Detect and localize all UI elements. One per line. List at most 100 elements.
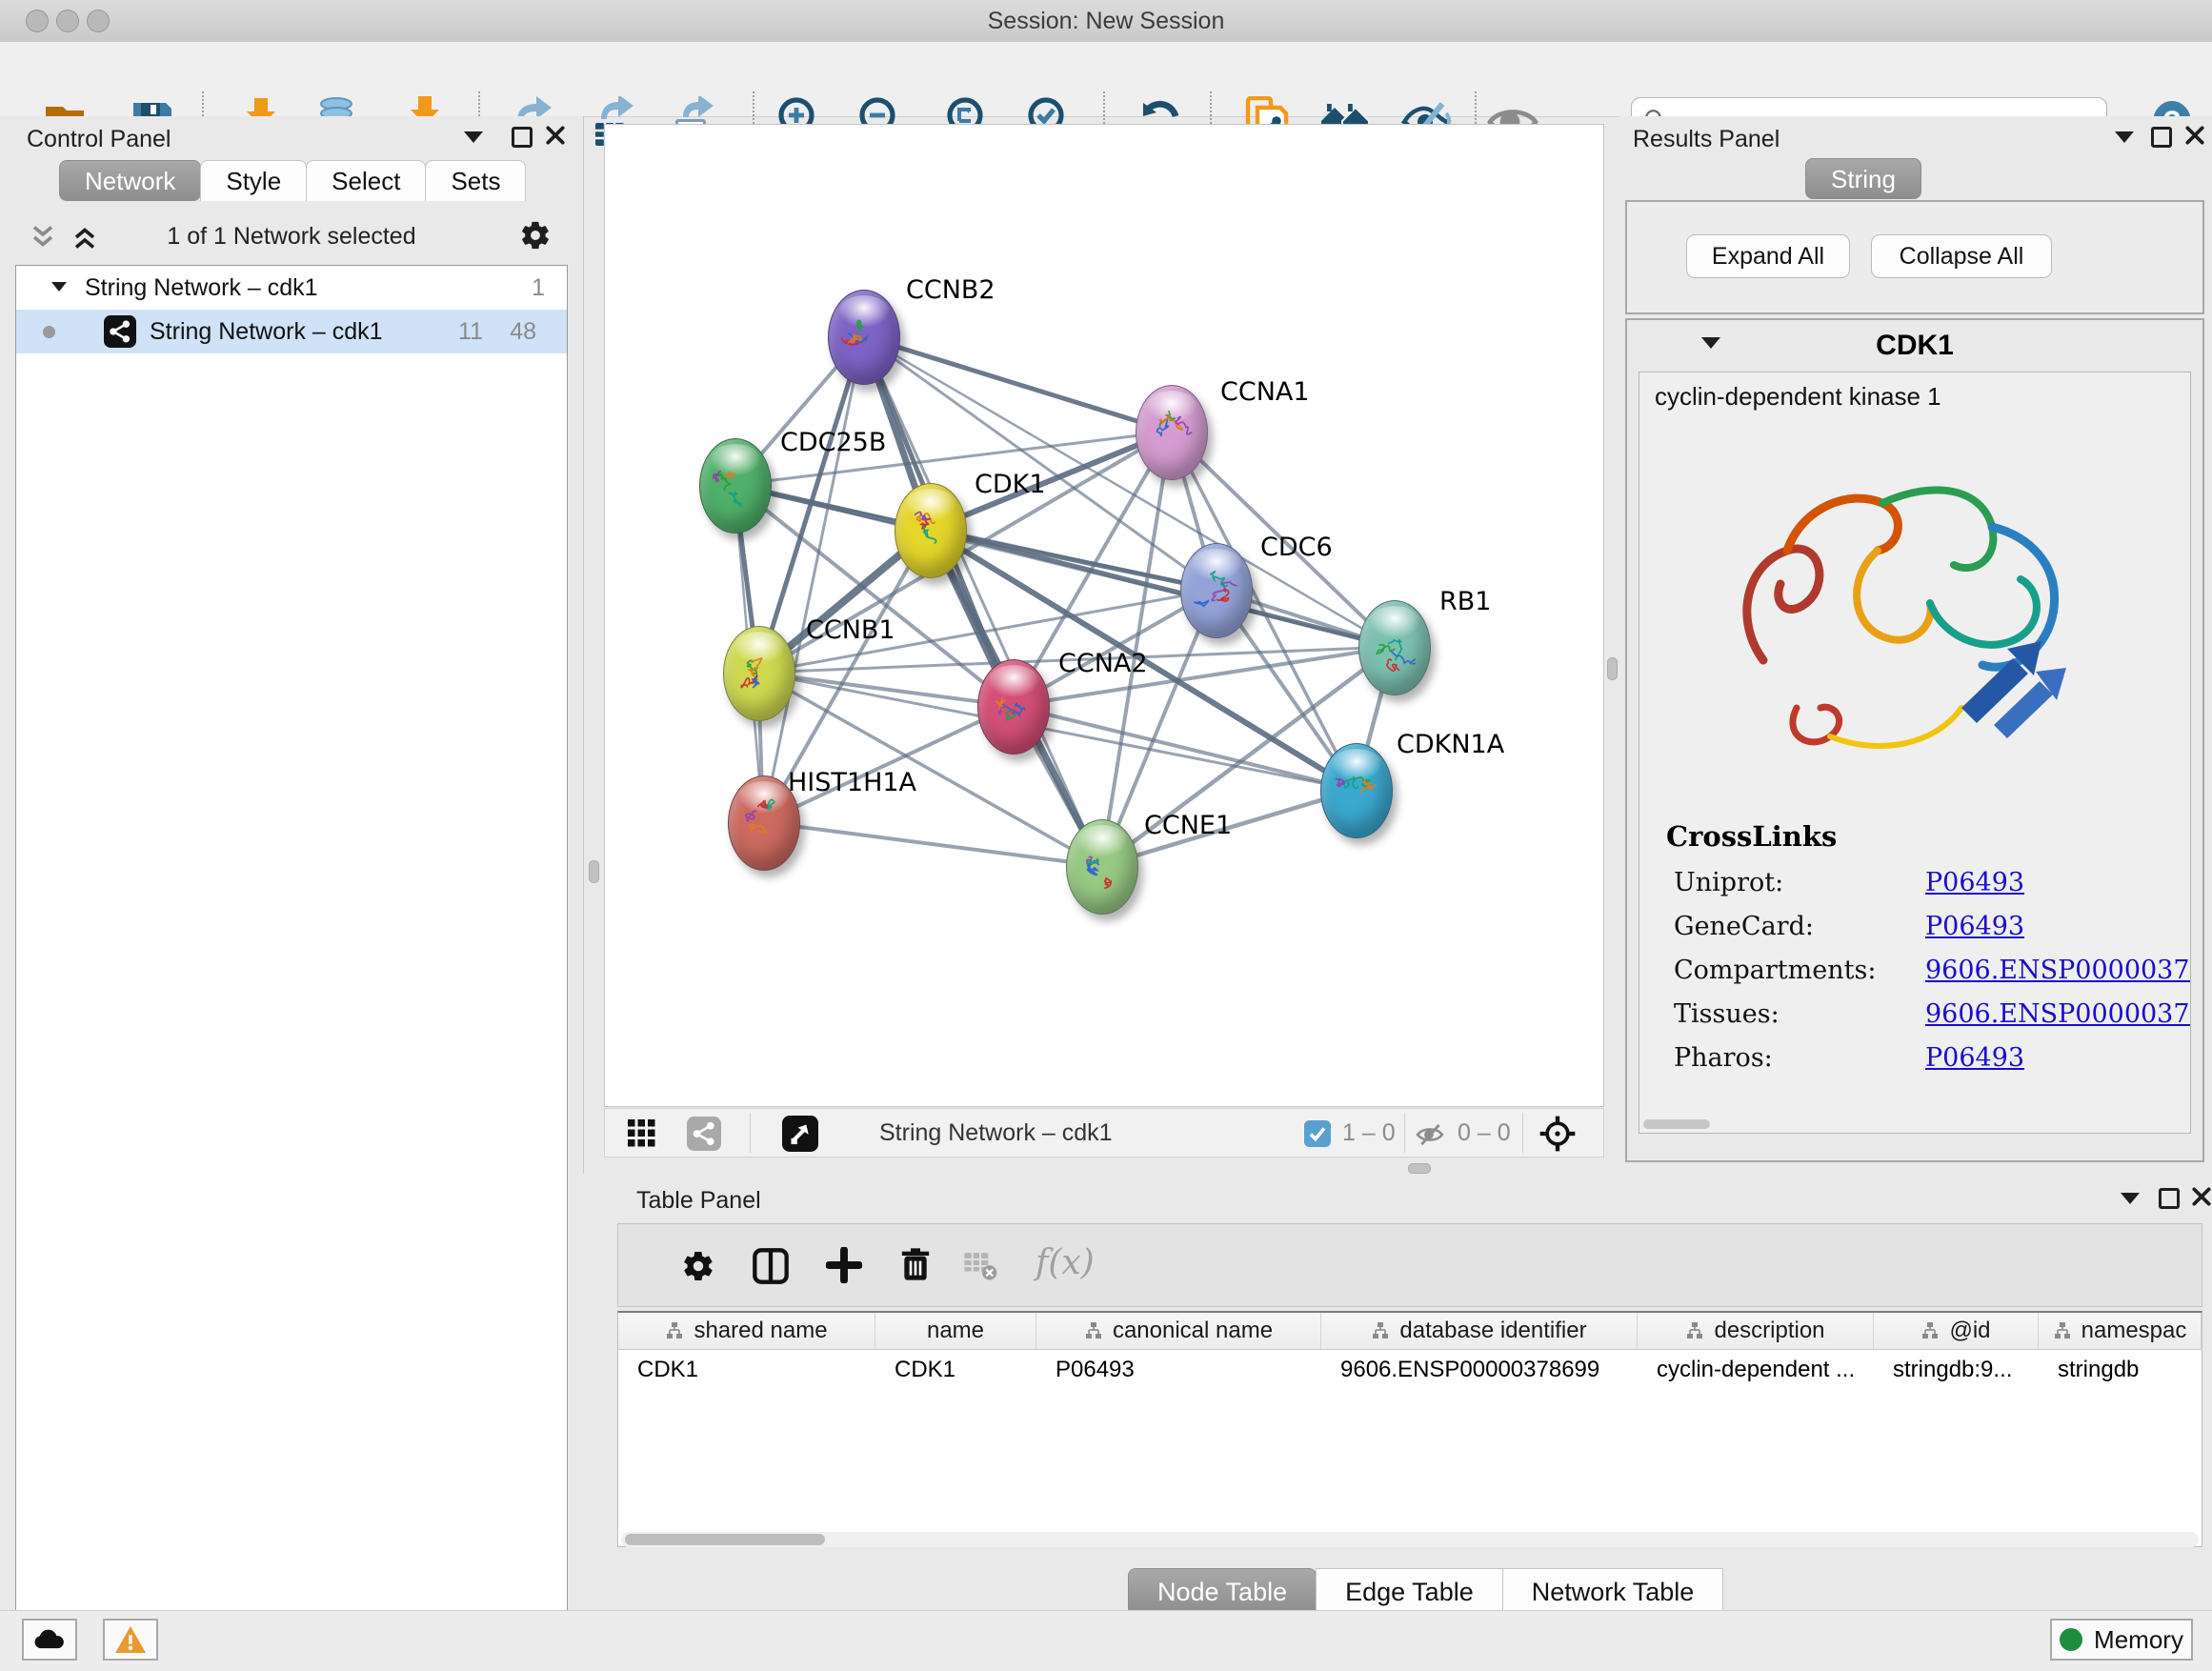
column-header-canonical-name[interactable]: canonical name <box>1036 1313 1321 1349</box>
birds-eye-view-icon[interactable] <box>782 1116 818 1152</box>
selected-checkbox-icon[interactable] <box>1304 1120 1331 1147</box>
table-cell[interactable]: CDK1 <box>618 1350 875 1390</box>
collapse-all-button[interactable]: Collapse All <box>1871 234 2052 278</box>
gene-section: CDK1 cyclin-dependent kinase 1 <box>1625 318 2204 1162</box>
network-row[interactable]: String Network – cdk1 11 48 <box>16 310 567 353</box>
results-panel-title: Results Panel <box>1633 126 1780 153</box>
tab-edge-table[interactable]: Edge Table <box>1316 1568 1503 1616</box>
network-node-ccnb1[interactable] <box>723 626 795 721</box>
network-label: String Network – cdk1 <box>150 318 383 346</box>
panel-close-icon[interactable] <box>545 125 566 146</box>
crosslink-label: Pharos: <box>1674 1043 1773 1073</box>
network-status-dot <box>43 326 55 338</box>
crosslink-row: Tissues:9606.ENSP00000378699 <box>1639 999 2190 1043</box>
table-cell[interactable]: 9606.ENSP00000378699 <box>1321 1350 1638 1390</box>
node-label-hist1h1a: HIST1H1A <box>788 768 916 797</box>
panel-float-icon[interactable] <box>2151 127 2172 148</box>
network-node-cdk1[interactable] <box>895 483 967 578</box>
memory-button[interactable]: Memory <box>2050 1619 2193 1661</box>
application-window: Session: New Session <box>0 0 2212 1671</box>
hidden-eye-slash-icon[interactable] <box>1416 1120 1444 1149</box>
crosslink-row: Uniprot:P06493 <box>1639 868 2190 912</box>
tab-sets[interactable]: Sets <box>425 160 526 201</box>
network-node-cdc6[interactable] <box>1180 543 1253 638</box>
selected-node-edge-counts: 1 – 0 <box>1342 1109 1396 1157</box>
panel-menu-icon[interactable] <box>2115 131 2134 143</box>
network-node-ccna1[interactable] <box>1136 385 1208 480</box>
table-cell[interactable]: P06493 <box>1036 1350 1321 1390</box>
panel-close-icon[interactable] <box>2191 1186 2212 1207</box>
tab-network[interactable]: Network <box>59 160 201 201</box>
grid-view-icon[interactable] <box>628 1119 656 1148</box>
table-cell[interactable]: stringdb <box>2039 1350 2202 1390</box>
status-bar: Memory <box>0 1610 2212 1671</box>
crosslink-value-link[interactable]: P06493 <box>1925 1043 2024 1073</box>
tab-node-table[interactable]: Node Table <box>1128 1568 1317 1616</box>
bottom-splitter-handle[interactable] <box>1408 1163 1431 1174</box>
panel-float-icon[interactable] <box>512 127 533 148</box>
network-view-toolbar: String Network – cdk1 1 – 0 0 – 0 <box>604 1108 1604 1158</box>
network-options-gear-icon[interactable] <box>519 219 552 252</box>
column-header-description[interactable]: description <box>1638 1313 1874 1349</box>
left-splitter-handle[interactable] <box>589 860 599 883</box>
warning-icon <box>115 1626 146 1653</box>
column-header-name[interactable]: name <box>875 1313 1036 1349</box>
collapse-all-icon[interactable] <box>29 223 57 252</box>
add-column-icon[interactable] <box>826 1247 862 1283</box>
network-canvas[interactable]: CCNB2CCNA1CDC25BCDK1CDC6RB1CCNB1CCNA2CDK… <box>604 124 1604 1107</box>
node-label-ccnb1: CCNB1 <box>806 615 895 645</box>
network-node-rb1[interactable] <box>1358 600 1431 695</box>
network-node-ccne1[interactable] <box>1066 819 1138 915</box>
tab-network-table[interactable]: Network Table <box>1502 1568 1724 1616</box>
results-hscroll-thumb[interactable] <box>1643 1119 1710 1129</box>
crosslink-value-link[interactable]: 9606.ENSP00000378699 <box>1925 999 2191 1029</box>
collection-expand-icon[interactable] <box>51 282 67 292</box>
table-tabs: Node TableEdge TableNetwork Table <box>1128 1568 1722 1616</box>
table-cell[interactable]: stringdb:9... <box>1874 1350 2039 1390</box>
crosslink-value-link[interactable]: 9606.ENSP00000378699 <box>1925 956 2191 985</box>
network-view-icon[interactable] <box>687 1117 721 1151</box>
panel-float-icon[interactable] <box>2159 1188 2180 1209</box>
node-label-rb1: RB1 <box>1439 587 1491 616</box>
crosslink-row: Compartments:9606.ENSP00000378699 <box>1639 956 2190 999</box>
panel-menu-icon[interactable] <box>464 131 483 143</box>
table-cell[interactable]: cyclin-dependent ... <box>1638 1350 1874 1390</box>
expand-all-button[interactable]: Expand All <box>1686 234 1850 278</box>
window-title: Session: New Session <box>0 0 2212 42</box>
column-header--id[interactable]: @id <box>1874 1313 2039 1349</box>
table-cell[interactable]: CDK1 <box>875 1350 1036 1390</box>
network-node-cdkn1a[interactable] <box>1320 743 1393 838</box>
network-collection-row[interactable]: String Network – cdk1 1 <box>16 266 567 310</box>
cloud-button[interactable] <box>22 1619 77 1661</box>
gene-details: cyclin-dependent kinase 1 <box>1639 372 2191 1134</box>
network-node-cdc25b[interactable] <box>699 438 772 534</box>
table-row[interactable]: CDK1CDK1P064939606.ENSP00000378699cyclin… <box>618 1350 2202 1390</box>
table-hscrollbar[interactable] <box>621 1532 2199 1547</box>
fit-content-crosshair-icon[interactable] <box>1538 1115 1577 1153</box>
column-network-icon <box>665 1321 684 1340</box>
column-header-shared-name[interactable]: shared name <box>618 1313 875 1349</box>
column-header-namespac[interactable]: namespac <box>2039 1313 2202 1349</box>
network-edge-count: 48 <box>510 318 536 346</box>
expand-all-icon[interactable] <box>70 223 99 252</box>
tab-select[interactable]: Select <box>306 160 426 201</box>
panel-menu-icon[interactable] <box>2121 1193 2140 1204</box>
show-columns-icon[interactable] <box>752 1247 790 1285</box>
panel-close-icon[interactable] <box>2184 125 2205 146</box>
network-node-ccnb2[interactable] <box>828 290 900 385</box>
crosslink-value-link[interactable]: P06493 <box>1925 912 2024 941</box>
column-header-database-identifier[interactable]: database identifier <box>1321 1313 1638 1349</box>
protein-thumbnail-icon <box>841 310 885 369</box>
delete-column-trash-icon[interactable] <box>896 1245 935 1283</box>
tab-string[interactable]: String <box>1805 158 1921 199</box>
tab-style[interactable]: Style <box>200 160 307 201</box>
crosslink-value-link[interactable]: P06493 <box>1925 868 2024 897</box>
network-node-ccna2[interactable] <box>977 659 1050 755</box>
table-settings-gear-icon[interactable] <box>681 1249 715 1283</box>
status-separator <box>1404 1113 1405 1153</box>
collection-label: String Network – cdk1 <box>85 274 318 302</box>
column-network-icon <box>1685 1321 1704 1340</box>
warnings-button[interactable] <box>103 1619 158 1661</box>
table-hscroll-thumb[interactable] <box>625 1534 825 1545</box>
right-splitter-handle[interactable] <box>1607 657 1618 680</box>
